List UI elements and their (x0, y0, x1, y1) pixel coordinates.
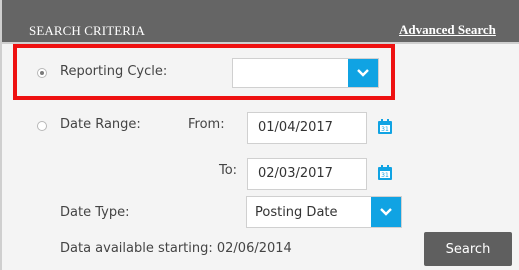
reporting-cycle-select[interactable] (232, 58, 379, 88)
svg-text:31: 31 (381, 172, 389, 179)
from-date-input[interactable]: 01/04/2017 (247, 112, 367, 144)
header-title: SEARCH CRITERIA (29, 23, 145, 38)
search-criteria-panel: SEARCH CRITERIA Advanced Search Reportin… (0, 0, 519, 270)
to-label: To: (219, 163, 238, 178)
date-range-radio[interactable] (37, 121, 47, 131)
from-calendar-button[interactable]: 31 (372, 114, 398, 140)
from-label: From: (188, 117, 225, 132)
date-type-value: Posting Date (255, 205, 338, 220)
calendar-icon: 31 (378, 165, 392, 180)
svg-text:31: 31 (381, 126, 389, 133)
to-calendar-button[interactable]: 31 (372, 160, 398, 186)
reporting-cycle-radio[interactable] (37, 68, 47, 78)
chevron-down-icon[interactable] (348, 59, 378, 87)
date-range-label: Date Range: (60, 117, 141, 132)
advanced-search-link[interactable]: Advanced Search (399, 22, 496, 38)
search-button[interactable]: Search (424, 232, 512, 266)
date-type-label: Date Type: (60, 205, 130, 220)
chevron-down-icon[interactable] (371, 197, 401, 227)
data-availability-text: Data available starting: 02/06/2014 (60, 241, 292, 256)
calendar-icon: 31 (378, 119, 392, 134)
reporting-cycle-label: Reporting Cycle: (60, 64, 168, 79)
to-date-input[interactable]: 02/03/2017 (247, 158, 367, 190)
date-type-select[interactable]: Posting Date (246, 196, 402, 228)
